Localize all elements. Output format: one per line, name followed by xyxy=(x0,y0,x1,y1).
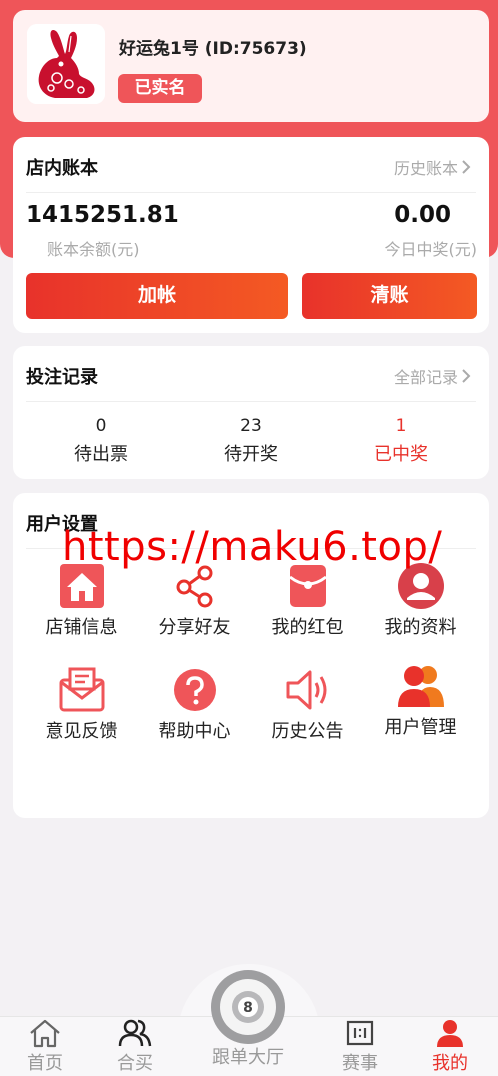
group-icon xyxy=(118,1019,152,1047)
bet-records-card: 投注记录 全部记录 0 待出票 23 待开奖 1 已中奖 xyxy=(13,346,489,479)
stat-label: 待开奖 xyxy=(224,444,278,465)
balance-label: 账本余额(元) xyxy=(47,240,140,259)
grid-label: 分享好友 xyxy=(158,617,231,638)
grid-label: 帮助中心 xyxy=(158,721,231,742)
clear-account-button[interactable]: 清账 xyxy=(302,273,477,319)
grid-label: 我的资料 xyxy=(384,617,457,638)
grid-label: 我的红包 xyxy=(271,617,344,638)
bet-records-title: 投注记录 xyxy=(26,367,98,388)
watermark-url: https://maku6.top/ xyxy=(62,524,443,570)
pending-ticket-stat[interactable]: 0 待出票 xyxy=(26,416,176,466)
chevron-right-icon xyxy=(462,369,471,383)
my-profile-item[interactable]: 我的资料 xyxy=(364,561,477,639)
balance-value: 1415251.81 xyxy=(26,202,179,228)
users-icon xyxy=(397,666,444,707)
home-icon xyxy=(30,1019,60,1048)
scoreboard-icon xyxy=(346,1020,374,1046)
stat-value: 23 xyxy=(240,416,262,436)
feedback-envelope-icon xyxy=(59,667,104,712)
tab-label: 首页 xyxy=(27,1053,63,1074)
user-management-item[interactable]: 用户管理 xyxy=(364,661,477,739)
tab-label: 我的 xyxy=(432,1053,468,1074)
today-winnings-value: 0.00 xyxy=(394,202,451,228)
follow-hall-button[interactable]: 8 xyxy=(211,970,285,1044)
add-account-button[interactable]: 加帐 xyxy=(26,273,288,319)
avatar[interactable] xyxy=(27,24,105,104)
profile-card: 好运兔1号 (ID:75673) 已实名 xyxy=(13,10,489,122)
svg-text:8: 8 xyxy=(243,1000,253,1016)
ledger-title: 店内账本 xyxy=(26,158,98,179)
chevron-right-icon xyxy=(462,160,471,174)
pending-draw-stat[interactable]: 23 待开奖 xyxy=(176,416,326,466)
grid-label: 意见反馈 xyxy=(45,721,118,742)
all-records-label: 全部记录 xyxy=(393,368,458,387)
today-winnings-label: 今日中奖(元) xyxy=(384,240,478,259)
ledger-card: 店内账本 历史账本 1415251.81 账本余额(元) 0.00 今日中奖(元… xyxy=(13,137,489,333)
tab-matches[interactable]: 赛事 xyxy=(315,1016,405,1076)
grid-label: 用户管理 xyxy=(384,717,457,738)
divider xyxy=(26,401,476,402)
grid-label: 历史公告 xyxy=(271,721,344,742)
tab-mine[interactable]: 我的 xyxy=(405,1016,495,1076)
grid-label: 店铺信息 xyxy=(45,617,118,638)
speaker-icon xyxy=(286,670,326,710)
help-icon xyxy=(173,669,216,711)
user-name: 好运兔1号 (ID:75673) xyxy=(119,39,307,59)
feedback-item[interactable]: 意见反馈 xyxy=(25,665,138,743)
user-icon xyxy=(437,1020,463,1047)
share-friends-item[interactable]: 分享好友 xyxy=(138,561,251,639)
tab-group-buy[interactable]: 合买 xyxy=(90,1016,180,1076)
stat-value: 1 xyxy=(395,416,407,436)
history-ledger-label: 历史账本 xyxy=(393,159,458,178)
verified-badge: 已实名 xyxy=(118,74,202,103)
store-info-item[interactable]: 店铺信息 xyxy=(25,561,138,639)
eight-ball-icon: 8 xyxy=(220,979,276,1035)
all-records-link[interactable]: 全部记录 xyxy=(394,364,471,388)
rabbit-papercut-icon xyxy=(27,24,105,104)
history-ledger-link[interactable]: 历史账本 xyxy=(394,155,471,179)
stat-label: 待出票 xyxy=(74,444,128,465)
stat-label: 已中奖 xyxy=(374,444,428,465)
divider xyxy=(26,192,476,193)
follow-hall-label: 跟单大厅 xyxy=(212,1047,284,1068)
announcements-item[interactable]: 历史公告 xyxy=(251,665,364,743)
tab-home[interactable]: 首页 xyxy=(0,1016,90,1076)
tab-label: 合买 xyxy=(117,1053,153,1074)
stat-value: 0 xyxy=(95,416,107,436)
tab-label: 赛事 xyxy=(342,1053,378,1074)
red-envelope-item[interactable]: 我的红包 xyxy=(251,561,364,639)
won-stat[interactable]: 1 已中奖 xyxy=(326,416,476,466)
help-center-item[interactable]: 帮助中心 xyxy=(138,665,251,743)
